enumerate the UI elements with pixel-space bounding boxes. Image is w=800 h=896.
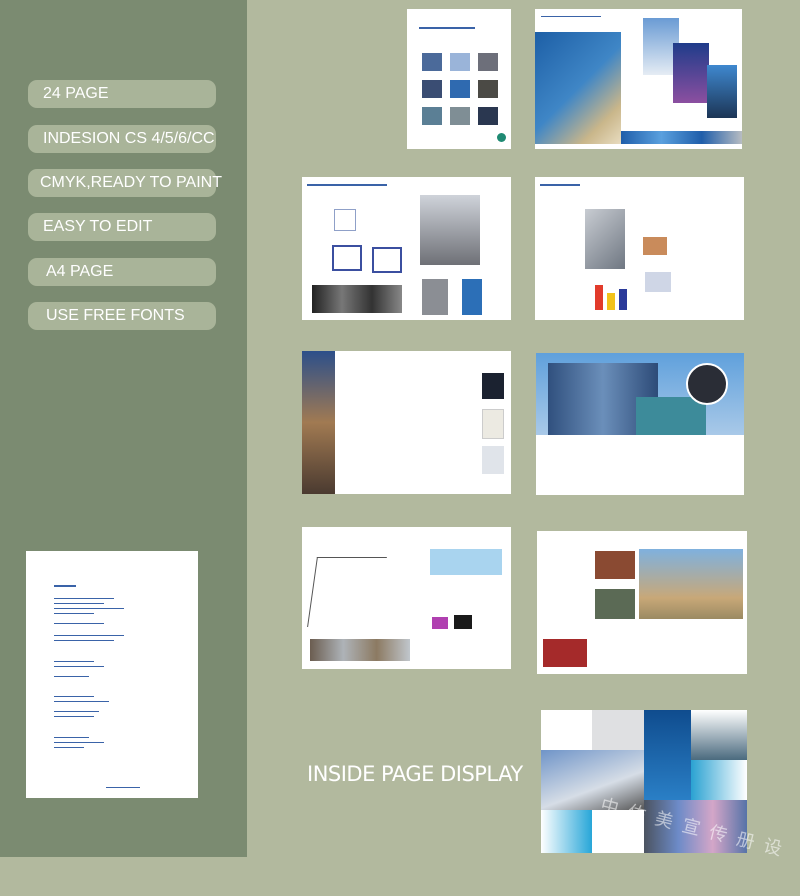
spread-thumbnail [536,353,744,495]
back-cover-thumbnail [26,551,198,798]
feature-pill: 24 PAGE [28,80,216,108]
spread-thumbnail [302,527,511,669]
spread-thumbnail [535,9,742,149]
cover-thumbnail [407,9,511,149]
spread-thumbnail [302,351,511,494]
feature-pill: CMYK,READY TO PAINT [28,169,222,197]
spread-thumbnail [535,177,744,320]
feature-pill: A4 PAGE [28,258,216,286]
feature-pill: INDESION CS 4/5/6/CC [28,125,216,153]
section-title: INSIDE PAGE DISPLAY [307,762,523,786]
feature-pill: EASY TO EDIT [28,213,216,241]
spread-thumbnail [537,531,747,674]
left-panel: 24 PAGE INDESION CS 4/5/6/CC CMYK,READY … [0,0,247,857]
spread-thumbnail [302,177,511,320]
feature-pill: USE FREE FONTS [28,302,216,330]
